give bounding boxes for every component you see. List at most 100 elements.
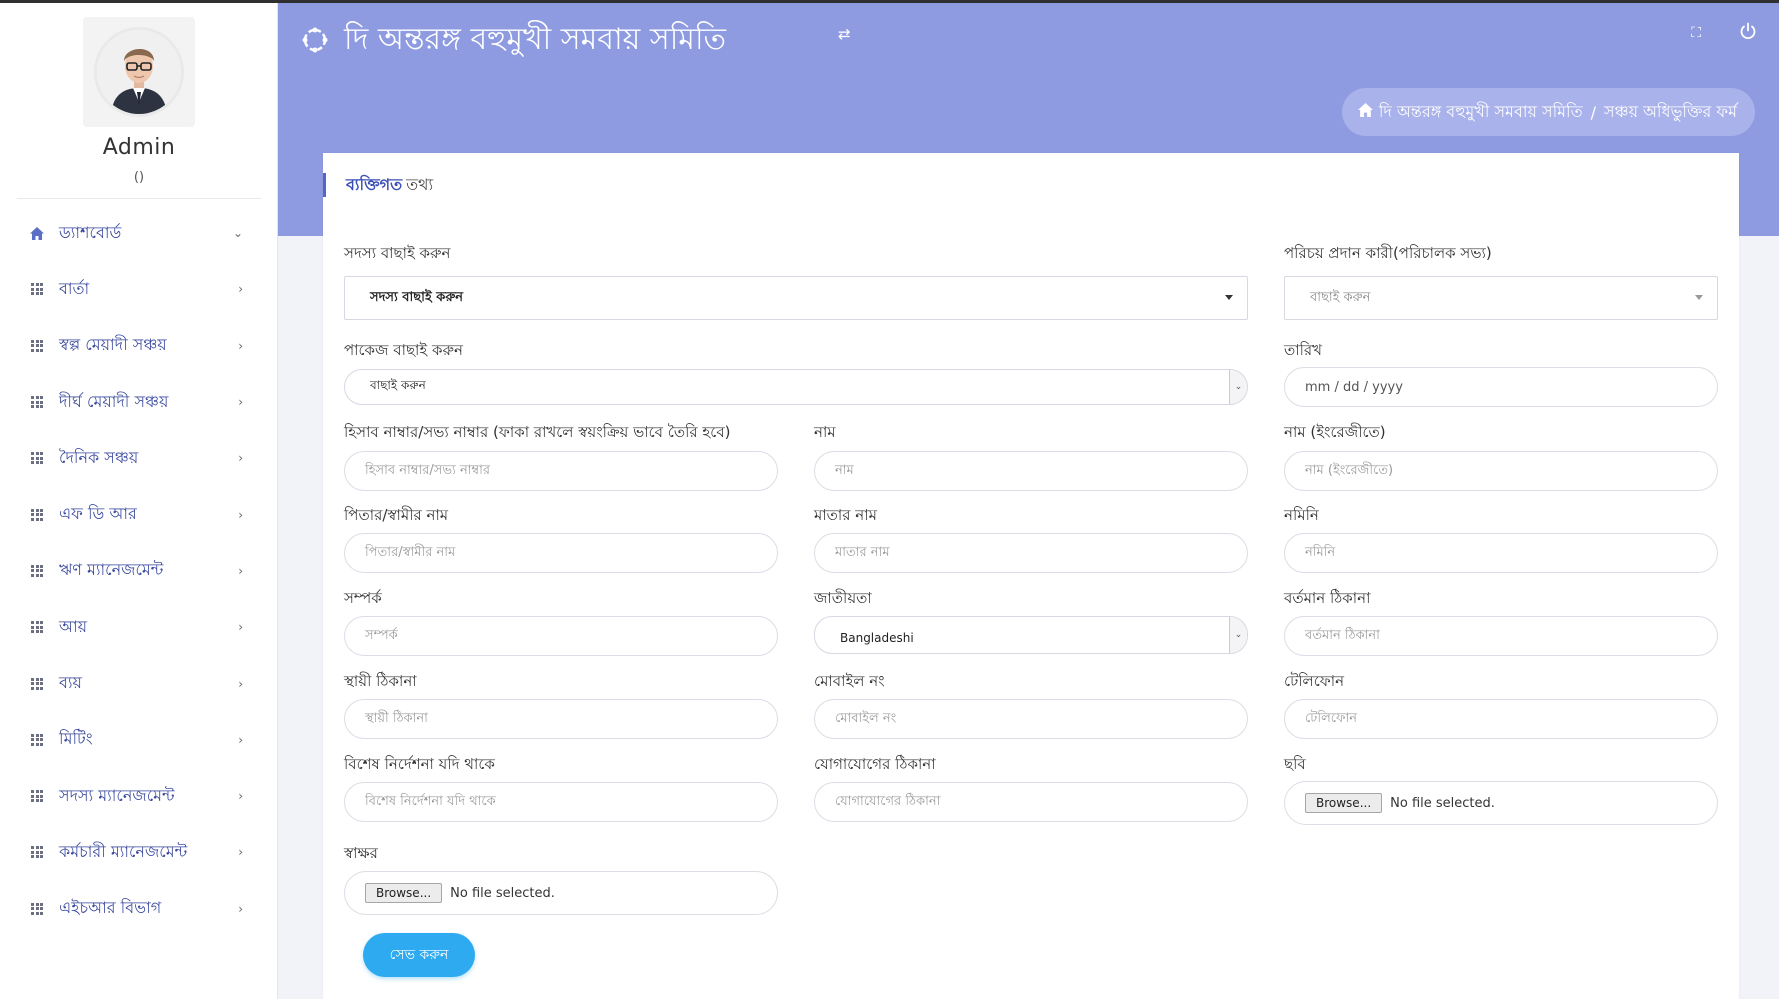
- grid-icon: [29, 450, 45, 466]
- sidebar-item-employee-management[interactable]: কর্মচারী ম্যানেজমেন্ট ›: [17, 824, 261, 880]
- chevron-right-icon: ›: [238, 901, 243, 916]
- save-button[interactable]: সেভ করুন: [363, 933, 475, 977]
- grid-icon: [29, 563, 45, 579]
- sidebar-item-label: ঋণ ম্যানেজমেন্ট: [59, 560, 164, 580]
- present-address-label: বর্তমান ঠিকানা: [1284, 589, 1371, 607]
- grid-icon: [29, 507, 45, 523]
- caret-down-icon: [1695, 295, 1703, 300]
- card-title: ব্যক্তিগত তথ্য: [323, 173, 433, 197]
- father-name-label: পিতার/স্বামীর নাম: [344, 506, 449, 524]
- mobile-label: মোবাইল নং: [814, 672, 885, 690]
- sidebar-item-expense[interactable]: ব্যয় ›: [17, 655, 261, 711]
- permanent-address-input[interactable]: স্থায়ী ঠিকানা: [344, 699, 778, 739]
- special-note-label: বিশেষ নির্দেশনা যদি থাকে: [344, 755, 495, 773]
- sidebar-item-income[interactable]: আয় ›: [17, 599, 261, 655]
- sidebar-item-daily-savings[interactable]: দৈনিক সঞ্চয় ›: [17, 430, 261, 486]
- breadcrumb-home-link[interactable]: দি অন্তরঙ্গ বহুমুখী সমবায় সমিতি: [1379, 99, 1583, 126]
- name-input[interactable]: নাম: [814, 451, 1248, 491]
- chevron-right-icon: ›: [238, 395, 243, 410]
- sidebar-item-label: আয়: [59, 616, 88, 636]
- chevron-right-icon: ›: [238, 451, 243, 466]
- package-label: পাকেজ বাছাই করুন: [344, 341, 463, 359]
- grid-icon: [29, 619, 45, 635]
- sidebar-menu: ড্যাশবোর্ড ⌄ বার্তা › স্বল্প মেয়াদী সঞ্…: [17, 205, 261, 937]
- name-en-label: নাম (ইংরেজীতে): [1284, 423, 1386, 441]
- member-select-value: সদস্য বাছাই করুন: [370, 289, 464, 305]
- breadcrumb-separator: /: [1590, 102, 1597, 122]
- chevron-right-icon: ›: [238, 507, 243, 522]
- contact-address-input[interactable]: যোগাযোগের ঠিকানা: [814, 782, 1248, 822]
- fullscreen-icon[interactable]: ⛶: [1691, 25, 1701, 41]
- contact-address-label: যোগাযোগের ঠিকানা: [814, 755, 936, 773]
- chevron-right-icon: ›: [238, 676, 243, 691]
- top-header: দি অন্তরঙ্গ বহুমুখী সমবায় সমিতি ⇄ ⛶: [278, 3, 1779, 68]
- photo-browse-button[interactable]: Browse...: [1305, 793, 1383, 813]
- introducer-label: পরিচয় প্রদান কারী(পরিচালক সভ্য): [1284, 244, 1492, 262]
- select-arrow-icon: ⌄: [1229, 370, 1247, 404]
- home-icon[interactable]: [1357, 103, 1373, 121]
- mobile-input[interactable]: মোবাইল নং: [814, 699, 1248, 739]
- signature-label: স্বাক্ষর: [344, 844, 378, 862]
- sidebar-item-dashboard[interactable]: ড্যাশবোর্ড ⌄: [17, 205, 261, 261]
- relation-input[interactable]: সম্পর্ক: [344, 616, 778, 656]
- breadcrumb-current: সঞ্চয় অধিভুক্তির ফর্ম: [1604, 101, 1737, 121]
- card-title-rest: তথ্য: [406, 174, 434, 194]
- relation-label: সম্পর্ক: [344, 589, 382, 607]
- power-icon[interactable]: [1739, 22, 1757, 40]
- sidebar-item-meeting[interactable]: মিটিং ›: [17, 712, 261, 768]
- chevron-right-icon: ›: [238, 282, 243, 297]
- avatar[interactable]: [94, 27, 184, 117]
- app-title: দি অন্তরঙ্গ বহুমুখী সমবায় সমিতি: [344, 22, 727, 57]
- permanent-address-label: স্থায়ী ঠিকানা: [344, 672, 417, 690]
- home-icon: [29, 225, 45, 241]
- account-no-label: হিসাব নাম্বার/সভ্য নাম্বার (ফাকা রাখলে স…: [344, 423, 731, 441]
- account-no-input[interactable]: হিসাব নাম্বার/সভ্য নাম্বার: [344, 451, 778, 491]
- sidebar-item-fdr[interactable]: এফ ডি আর ›: [17, 486, 261, 542]
- father-name-input[interactable]: পিতার/স্বামীর নাম: [344, 533, 778, 573]
- member-select[interactable]: সদস্য বাছাই করুন: [344, 276, 1248, 320]
- nationality-select[interactable]: Bangladeshi ⌄: [814, 616, 1248, 654]
- special-note-input[interactable]: বিশেষ নির্দেশনা যদি থাকে: [344, 782, 778, 822]
- photo-file-input[interactable]: Browse... No file selected.: [1284, 781, 1718, 825]
- chevron-right-icon: ›: [238, 563, 243, 578]
- package-select[interactable]: বাছাই করুন ⌄: [344, 369, 1248, 405]
- sidebar-item-member-management[interactable]: সদস্য ম্যানেজমেন্ট ›: [17, 768, 261, 824]
- user-photo-icon: [97, 30, 181, 114]
- card-title-accent: ব্যক্তিগত: [346, 174, 403, 194]
- sidebar-divider: [17, 198, 261, 199]
- package-select-value: বাছাই করুন: [370, 378, 426, 392]
- user-subtitle: (): [133, 170, 145, 185]
- sidebar-item-messages[interactable]: বার্তা ›: [17, 261, 261, 317]
- chevron-right-icon: ›: [238, 845, 243, 860]
- chevron-down-icon: ⌄: [232, 226, 243, 241]
- form-card: ব্যক্তিগত তথ্য সদস্য বাছাই করুন সদস্য বা…: [323, 153, 1739, 999]
- sidebar-item-long-term-savings[interactable]: দীর্ঘ মেয়াদী সঞ্চয় ›: [17, 374, 261, 430]
- select-arrow-icon: ⌄: [1229, 617, 1247, 653]
- nominee-input[interactable]: নমিনি: [1284, 533, 1718, 573]
- telephone-input[interactable]: টেলিফোন: [1284, 699, 1718, 739]
- mother-name-label: মাতার নাম: [814, 506, 877, 524]
- sidebar-item-loan-management[interactable]: ঋণ ম্যানেজমেন্ট ›: [17, 543, 261, 599]
- date-input[interactable]: mm / dd / yyyy: [1284, 367, 1718, 407]
- signature-file-input[interactable]: Browse... No file selected.: [344, 871, 778, 915]
- member-select-label: সদস্য বাছাই করুন: [344, 244, 451, 262]
- nationality-label: জাতীয়তা: [814, 589, 872, 607]
- sidebar-toggle-icon[interactable]: ⇄: [838, 25, 851, 43]
- photo-label: ছবি: [1284, 755, 1306, 773]
- sidebar-item-short-term-savings[interactable]: স্বল্প মেয়াদী সঞ্চয় ›: [17, 318, 261, 374]
- sidebar-item-label: মিটিং: [59, 729, 93, 749]
- signature-browse-button[interactable]: Browse...: [365, 883, 443, 903]
- signature-file-status: No file selected.: [450, 885, 555, 901]
- chevron-right-icon: ›: [238, 789, 243, 804]
- mother-name-input[interactable]: মাতার নাম: [814, 533, 1248, 573]
- sidebar-item-label: ড্যাশবোর্ড: [59, 222, 122, 242]
- top-border: [0, 0, 1779, 3]
- sidebar-item-label: কর্মচারী ম্যানেজমেন্ট: [59, 841, 188, 861]
- name-en-input[interactable]: নাম (ইংরেজীতে): [1284, 451, 1718, 491]
- sidebar-item-hr-department[interactable]: এইচআর বিভাগ ›: [17, 881, 261, 937]
- present-address-input[interactable]: বর্তমান ঠিকানা: [1284, 616, 1718, 656]
- logo-icon[interactable]: [300, 25, 330, 55]
- sidebar-item-label: এইচআর বিভাগ: [59, 898, 162, 918]
- grid-icon: [29, 732, 45, 748]
- introducer-select[interactable]: বাছাই করুন: [1284, 276, 1718, 320]
